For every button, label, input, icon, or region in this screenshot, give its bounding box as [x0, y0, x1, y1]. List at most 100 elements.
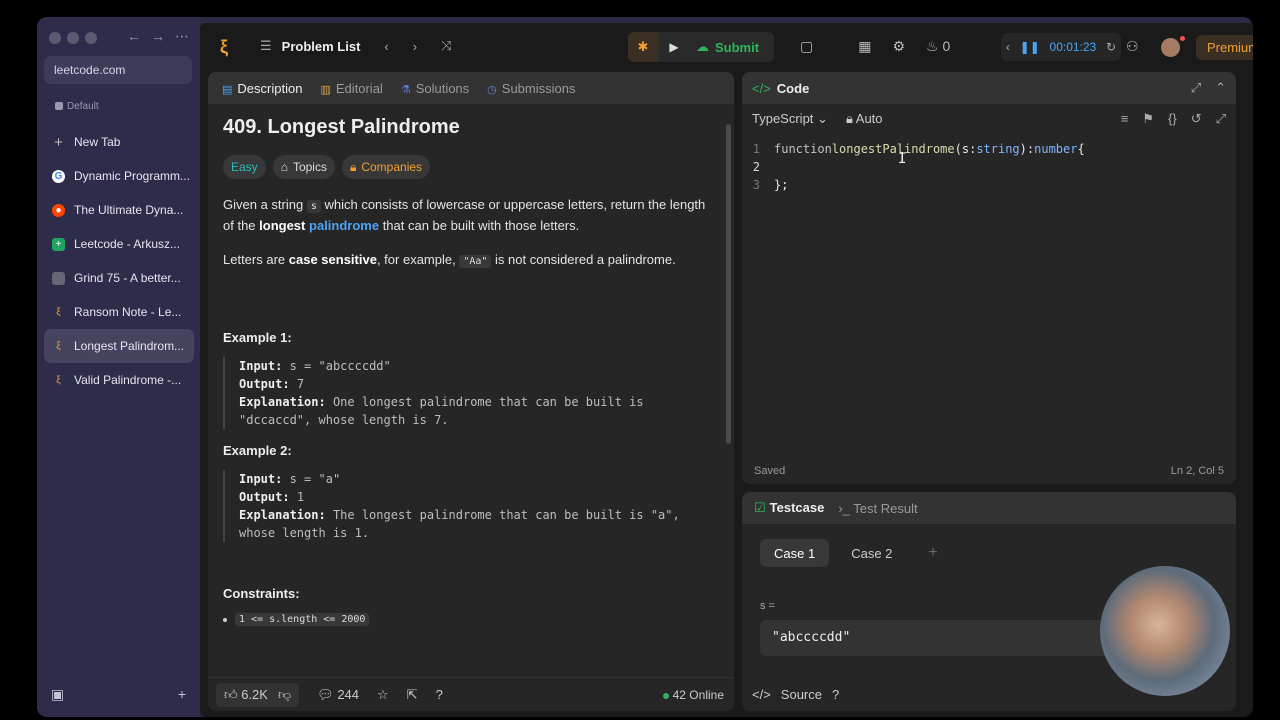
like-button[interactable]: 👍︎ 6.2K	[224, 687, 268, 703]
run-button[interactable]: ▶	[658, 40, 690, 54]
description-scrollbar[interactable]	[726, 124, 731, 444]
note-icon[interactable]: ▢	[800, 38, 813, 55]
window-controls[interactable]	[49, 32, 97, 44]
shuffle-icon[interactable]: ⤨	[441, 38, 451, 54]
zoom-dot[interactable]	[85, 32, 97, 44]
tab-item[interactable]: G Dynamic Programm...	[44, 159, 194, 193]
star-icon[interactable]: ☆	[377, 687, 389, 703]
companies-chip[interactable]: 🔒︎ Companies	[341, 155, 431, 179]
problem-description: 409. Longest Palindrome Easy ⌂ Topics 🔒︎ C…	[223, 116, 713, 626]
grind-icon	[52, 271, 65, 285]
bookmark-icon[interactable]: ⚑	[1142, 111, 1154, 127]
browser-window: ← → ⋯ leetcode.com Default + New Tab G Dyn…	[37, 17, 1253, 717]
prev-problem-icon[interactable]: ‹	[384, 39, 388, 54]
back-arrow-icon[interactable]: ←	[127, 28, 141, 45]
tab-item[interactable]: + Leetcode - Arkusz...	[44, 227, 194, 261]
leetcode-logo-icon[interactable]: ξ	[220, 37, 238, 57]
thumbs-up-icon: 👍︎	[224, 686, 238, 702]
case-tabs: Case 1 Case 2 +	[760, 539, 952, 567]
debug-icon[interactable]: ✱	[628, 32, 658, 62]
layout-icon[interactable]: ▦	[858, 38, 871, 55]
leetcode-icon: ξ	[56, 374, 61, 386]
comment-icon: 💬︎	[317, 686, 334, 702]
problem-list-nav[interactable]: ☰ Problem List ‹ › ⤨	[260, 38, 452, 54]
braces-icon[interactable]: {}	[1168, 111, 1177, 127]
cloud-upload-icon: ☁	[696, 39, 709, 54]
new-tab-button[interactable]: + New Tab	[44, 125, 194, 159]
auto-mode-toggle[interactable]: 🔒︎ Auto	[846, 111, 883, 127]
tab-editorial[interactable]: ▥ Editorial	[320, 81, 382, 96]
add-case-icon[interactable]: +	[914, 539, 951, 567]
reddit-icon: ●	[52, 203, 65, 217]
comments-button[interactable]: 💬︎ 244	[317, 687, 359, 703]
premium-button[interactable]: Premium	[1196, 35, 1253, 60]
leetcode-icon: ξ	[56, 306, 61, 318]
tab-item[interactable]: ξ Valid Palindrome -...	[44, 363, 194, 397]
tab-item[interactable]: ● The Ultimate Dyna...	[44, 193, 194, 227]
collapse-icon[interactable]: ⌃	[1215, 80, 1226, 96]
maximize-icon[interactable]: ⤢	[1191, 80, 1201, 96]
language-select[interactable]: TypeScript ⌄	[752, 111, 828, 127]
pause-icon[interactable]: ❚❚	[1020, 40, 1040, 54]
timer-collapse-icon[interactable]: ‹	[1006, 40, 1010, 54]
constraint-item: 1 <= s.length <= 2000	[223, 613, 713, 626]
submit-button[interactable]: ☁ Submit	[690, 39, 774, 55]
sheets-icon: +	[52, 237, 65, 251]
example-1-block: Input: s = "abccccdd" Output: 7 Explanat…	[223, 357, 713, 429]
help-icon[interactable]: ?	[436, 687, 443, 702]
description-paragraph-1: Given a string s which consists of lower…	[223, 197, 706, 233]
description-panel: ▤ Description ▥ Editorial ⚗ Solutions ◷ Subm…	[208, 72, 734, 711]
example-2-heading: Example 2:	[223, 443, 292, 458]
timer-reset-icon[interactable]: ↻	[1106, 40, 1116, 54]
tab-item[interactable]: Grind 75 - A better...	[44, 261, 194, 295]
streak-fire-icon[interactable]: ♨ 0	[926, 38, 950, 55]
case-2-tab[interactable]: Case 2	[837, 539, 906, 567]
tab-solutions[interactable]: ⚗ Solutions	[401, 81, 469, 96]
leetcode-app: ξ ☰ Problem List ‹ › ⤨ ✱ ▶ ☁ Submit ▢ ▦ ⚙…	[200, 23, 1253, 717]
chevron-down-icon: ⌄	[817, 111, 828, 126]
code-line: 3};	[752, 178, 789, 192]
help-icon[interactable]: ?	[832, 687, 839, 702]
text-cursor-icon: I	[898, 151, 907, 167]
source-link[interactable]: </> Source ?	[742, 677, 839, 711]
url-bar[interactable]: leetcode.com	[44, 56, 192, 84]
thumbs-down-icon[interactable]: 👎︎	[278, 687, 291, 703]
archive-icon[interactable]: ▣	[51, 686, 64, 703]
avatar[interactable]	[1161, 36, 1185, 57]
tab-description[interactable]: ▤ Description	[222, 81, 302, 96]
format-icon[interactable]: ≡	[1121, 111, 1129, 127]
settings-gear-icon[interactable]: ⚙	[892, 38, 905, 55]
fullscreen-icon[interactable]: ⤢	[1216, 111, 1226, 127]
add-icon[interactable]: +	[178, 686, 186, 703]
add-friend-icon[interactable]: ⚇	[1126, 38, 1139, 55]
minimize-dot[interactable]	[67, 32, 79, 44]
forward-arrow-icon[interactable]: →	[151, 28, 165, 45]
code-editor[interactable]: 1 function longestPalindrome (s: string): …	[742, 140, 1236, 194]
share-icon[interactable]: ⇱	[407, 687, 418, 703]
timer[interactable]: ‹ ❚❚ 00:01:23 ↻	[1001, 33, 1121, 61]
tab-item-active[interactable]: ξ Longest Palindrom...	[44, 329, 194, 363]
reset-icon[interactable]: ↺	[1191, 111, 1202, 127]
tab-test-result[interactable]: ›_ Test Result	[838, 501, 917, 516]
example-1-heading: Example 1:	[223, 330, 292, 345]
code-panel-controls: ⤢ ⌃	[1191, 80, 1226, 96]
case-1-tab[interactable]: Case 1	[760, 539, 830, 567]
google-icon: G	[52, 169, 65, 183]
palindrome-link[interactable]: palindrome	[309, 218, 379, 233]
more-icon[interactable]: ⋯	[175, 28, 189, 45]
tab-item[interactable]: ξ Ransom Note - Le...	[44, 295, 194, 329]
tab-testcase[interactable]: ☑ Testcase	[754, 500, 824, 516]
run-submit-group: ✱ ▶ ☁ Submit	[628, 32, 774, 62]
next-problem-icon[interactable]: ›	[413, 39, 417, 54]
code-line: 2	[752, 160, 760, 174]
testcase-tabs: ☑ Testcase ›_ Test Result	[742, 492, 1236, 524]
variable-label: s =	[760, 600, 775, 612]
close-dot[interactable]	[49, 32, 61, 44]
topics-chip[interactable]: ⌂ Topics	[272, 155, 335, 179]
constraints-heading: Constraints:	[223, 586, 300, 601]
tab-list: + New Tab G Dynamic Programm... ● The Ultim…	[44, 125, 194, 397]
tab-submissions[interactable]: ◷ Submissions	[487, 81, 575, 96]
problem-title[interactable]: 409. Longest Palindrome	[223, 116, 713, 139]
list-icon: ☰	[260, 38, 272, 53]
description-paragraph-2: Letters are case sensitive, for example,…	[223, 252, 676, 268]
